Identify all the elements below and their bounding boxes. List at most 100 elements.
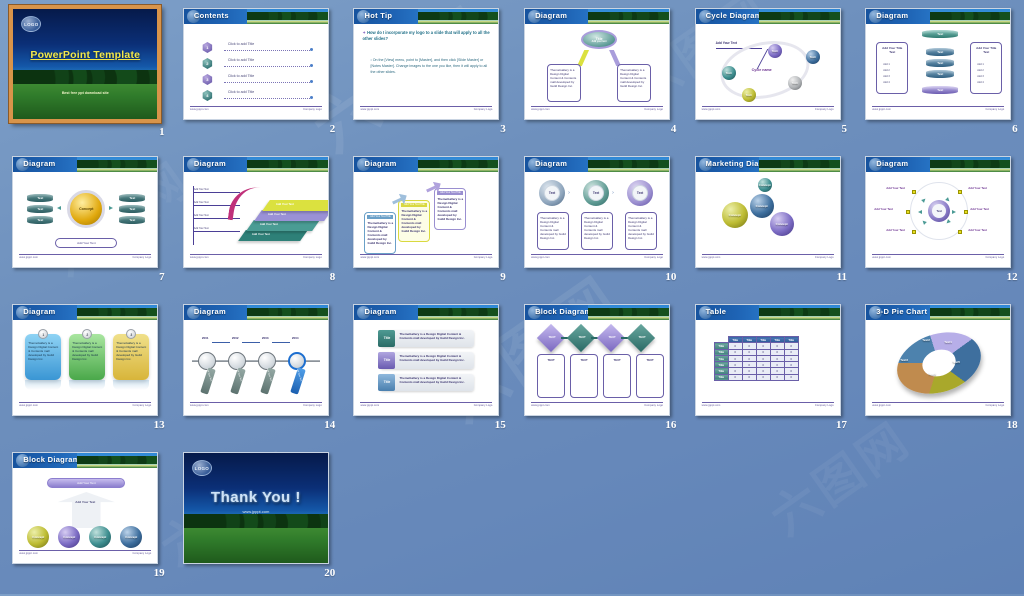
slide-thumbnail[interactable]: 3-D Pie Chart Text1 Text2 Text3 Text4 Text5 ww… (865, 304, 1012, 416)
slide-thumbnail-wrap[interactable]: Diagram Concept Text Text Text Text Text Text Ad… (12, 156, 159, 268)
contents-item-label[interactable]: Click to add Title (228, 42, 254, 46)
slide-thumbnail-wrap[interactable]: Contents 1 Click to add Title 2 Click to add… (182, 8, 329, 120)
logo-badge[interactable]: LOGO (191, 460, 212, 476)
slide-thumbnail-wrap[interactable]: 3-D Pie Chart Text1 Text2 Text3 Text4 Text5 ww… (865, 304, 1012, 416)
slide-thumbnail-wrap[interactable]: Block Diagram Add Your Text Add Your Text C… (12, 452, 159, 564)
contents-row[interactable]: 4 Click to add Title (202, 90, 316, 103)
pyramid-sphere[interactable]: Concept (120, 526, 143, 548)
slide-thumbnail-wrap[interactable]: Cycle Diagram Add Your Text Cycle name Text… (694, 8, 841, 120)
slide-thumbnail[interactable]: Diagram Concept Text Text Text Text Text Text Ad… (12, 156, 159, 268)
pyramid-sphere[interactable]: Concept (58, 526, 81, 548)
pie-chart-donut[interactable] (889, 322, 990, 404)
slide-thumbnail[interactable]: Diagram Text › Text › Text ThemeGallery is a D… (524, 156, 671, 268)
cycle-node[interactable]: Text (767, 44, 782, 58)
flow-card[interactable]: Add Your Text Title ThemeGallery is a Des… (364, 212, 397, 254)
table-cell[interactable]: 0 (769, 373, 785, 382)
right-cylinder[interactable]: Text (119, 216, 146, 224)
step-block[interactable] (262, 200, 328, 211)
right-cylinder[interactable]: Text (119, 205, 146, 213)
right-cylinder[interactable]: Text (119, 194, 146, 202)
marketing-bubble[interactable]: Concept (721, 202, 748, 228)
left-cylinder[interactable]: Text (27, 205, 54, 213)
stack-middle-cylinder[interactable]: Text (926, 70, 955, 78)
column-box[interactable]: TEXT (570, 354, 599, 398)
ring-text-box[interactable]: ThemeGallery is a Design Digital Content… (581, 212, 614, 250)
column-box[interactable]: TEXT (537, 354, 566, 398)
slide-thumbnail[interactable]: Block Diagram TEXT TEXT TEXT TEXT TEXT TEXT TEX… (524, 304, 671, 416)
text-box[interactable]: ThemeGallery is a Design Digital Content… (617, 64, 652, 102)
pyramid-banner[interactable]: Add Your Text (47, 478, 126, 488)
contents-item-label[interactable]: Click to add Title (228, 58, 254, 62)
slide-thumbnail[interactable]: Diagram Text Add Your Text Add Your Text Add… (865, 156, 1012, 268)
logo-badge[interactable]: LOGO (21, 16, 42, 32)
column-box[interactable]: TEXT (603, 354, 632, 398)
slide-thumbnail[interactable]: Diagram Title ThemeGallery is a Design Dig… (353, 304, 500, 416)
slide-thumbnail[interactable]: Contents 1 Click to add Title 2 Click to add… (182, 8, 329, 120)
slide-thumbnail[interactable]: Block Diagram Add Your Text Add Your Text C… (12, 452, 159, 564)
ring-node[interactable]: Text (627, 180, 654, 206)
slide-thumbnail-wrap[interactable]: Diagram Title Add your text ThemeGallery is… (524, 8, 671, 120)
contents-item-label[interactable]: Click to add Title (228, 74, 254, 78)
slide-thumbnail[interactable]: Diagram Text Text Text Text Text Add Your Titl… (865, 8, 1012, 120)
slide-thumbnail[interactable]: LOGO Thank You ! www.jpppt.com (182, 452, 329, 564)
slide-thumbnail[interactable]: Hot Tip ✦ How do I incorporate my logo to… (353, 8, 500, 120)
cycle-node[interactable]: Text (741, 88, 756, 102)
contents-row[interactable]: 1 Click to add Title (202, 42, 316, 55)
text-box[interactable]: ThemeGallery is a Design Digital Content… (547, 64, 582, 102)
cycle-node[interactable]: Text (721, 66, 736, 80)
data-table[interactable]: Title Title Title Title Title Title 0 0 0 0 0 Title… (713, 335, 799, 382)
slide-thumbnail[interactable]: Cycle Diagram Add Your Text Cycle name Text… (694, 8, 841, 120)
ring-text-box[interactable]: ThemeGallery is a Design Digital Content… (625, 212, 658, 250)
slide-thumbnail-wrap[interactable]: Diagram Text Text Text Text Text Add Your Titl… (865, 8, 1012, 120)
slide-thumbnail[interactable]: Diagram 2001 Add Your Text 2002 Add Your Tex… (182, 304, 329, 416)
cycle-node[interactable]: Text (787, 76, 802, 90)
slide-thumbnail-wrap[interactable]: LOGO Thank You ! www.jpppt.com (182, 452, 329, 564)
table-cell[interactable]: 0 (727, 373, 743, 382)
marketing-bubble[interactable]: Concept (757, 178, 772, 192)
slide-thumbnail-wrap[interactable]: Hot Tip ✦ How do I incorporate my logo to… (353, 8, 500, 120)
step-block[interactable] (254, 210, 328, 221)
left-cylinder[interactable]: Text (27, 216, 54, 224)
flow-card[interactable]: Add Your Text Title ThemeGallery is a Des… (398, 200, 431, 242)
table-cell[interactable]: 0 (741, 373, 757, 382)
stack-bottom-cylinder[interactable]: Text (922, 86, 959, 94)
slide-thumbnail-wrap[interactable]: Block Diagram TEXT TEXT TEXT TEXT TEXT TEXT TEX… (524, 304, 671, 416)
panel-card[interactable]: ThemeGallery is a Design Digital Content… (25, 334, 62, 380)
stack-middle-cylinder[interactable]: Text (926, 59, 955, 67)
panel-card[interactable]: ThemeGallery is a Design Digital Content… (69, 334, 106, 380)
bottom-capsule[interactable]: Add Your Text (55, 238, 118, 248)
slide-thumbnail-wrap[interactable]: Diagram ThemeGallery is a Design Digital … (12, 304, 159, 416)
slide-thumbnail-wrap[interactable]: LOGO PowerPoint Template Best free ppt dow… (9, 5, 162, 123)
stack-top-cylinder[interactable]: Text (922, 30, 959, 38)
side-box[interactable]: Add Your Title Text Add 1 Add 2 Add 3 Add 4 (970, 42, 1003, 94)
contents-row[interactable]: 3 Click to add Title (202, 74, 316, 87)
cycle-node[interactable]: Text (805, 50, 820, 64)
slide-thumbnail[interactable]: Diagram ThemeGallery is a Design Digital … (12, 304, 159, 416)
stack-middle-cylinder[interactable]: Text (926, 48, 955, 56)
slide-thumbnail[interactable]: Diagram Add Your Text Title ThemeGallery i… (353, 156, 500, 268)
slide-thumbnail-wrap[interactable]: Diagram 2001 Add Your Text 2002 Add Your Tex… (182, 304, 329, 416)
slide-thumbnail[interactable]: Diagram Title Add your text ThemeGallery is… (524, 8, 671, 120)
side-box[interactable]: Add Your Title Text Add 1 Add 2 Add 3 Add 4 (876, 42, 909, 94)
slide-thumbnail[interactable]: Diagram Add Your Text Add Your Text Add You… (182, 156, 329, 268)
ring-text-box[interactable]: ThemeGallery is a Design Digital Content… (537, 212, 570, 250)
slide-thumbnail[interactable]: Marketing Diagram Concept Concept Concept Co… (694, 156, 841, 268)
slide-thumbnail-wrap[interactable]: Diagram Text Add Your Text Add Your Text Add… (865, 156, 1012, 268)
table-cell[interactable]: 0 (755, 373, 771, 382)
slide-thumbnail-wrap[interactable]: Diagram Add Your Text Title ThemeGallery i… (353, 156, 500, 268)
ring-node[interactable]: Text (583, 180, 610, 206)
marketing-bubble[interactable]: Concept (769, 212, 794, 236)
slide-thumbnail-wrap[interactable]: Marketing Diagram Concept Concept Concept Co… (694, 156, 841, 268)
contents-row[interactable]: 2 Click to add Title (202, 58, 316, 71)
step-block[interactable] (238, 230, 308, 241)
slide-thumbnail-wrap[interactable]: Diagram Text › Text › Text ThemeGallery is a D… (524, 156, 671, 268)
ring-node[interactable]: Text (539, 180, 566, 206)
pyramid-sphere[interactable]: Concept (27, 526, 50, 548)
marketing-bubble[interactable]: Concept (749, 194, 774, 218)
contents-item-label[interactable]: Click to add Title (228, 90, 254, 94)
table-cell[interactable]: 0 (783, 373, 799, 382)
slide-thumbnail[interactable]: Table Title Title Title Title Title Title 0 0 0 0… (694, 304, 841, 416)
slide-thumbnail-wrap[interactable]: Table Title Title Title Title Title Title 0 0 0 0… (694, 304, 841, 416)
concept-circle[interactable]: Concept (67, 190, 106, 228)
left-cylinder[interactable]: Text (27, 194, 54, 202)
